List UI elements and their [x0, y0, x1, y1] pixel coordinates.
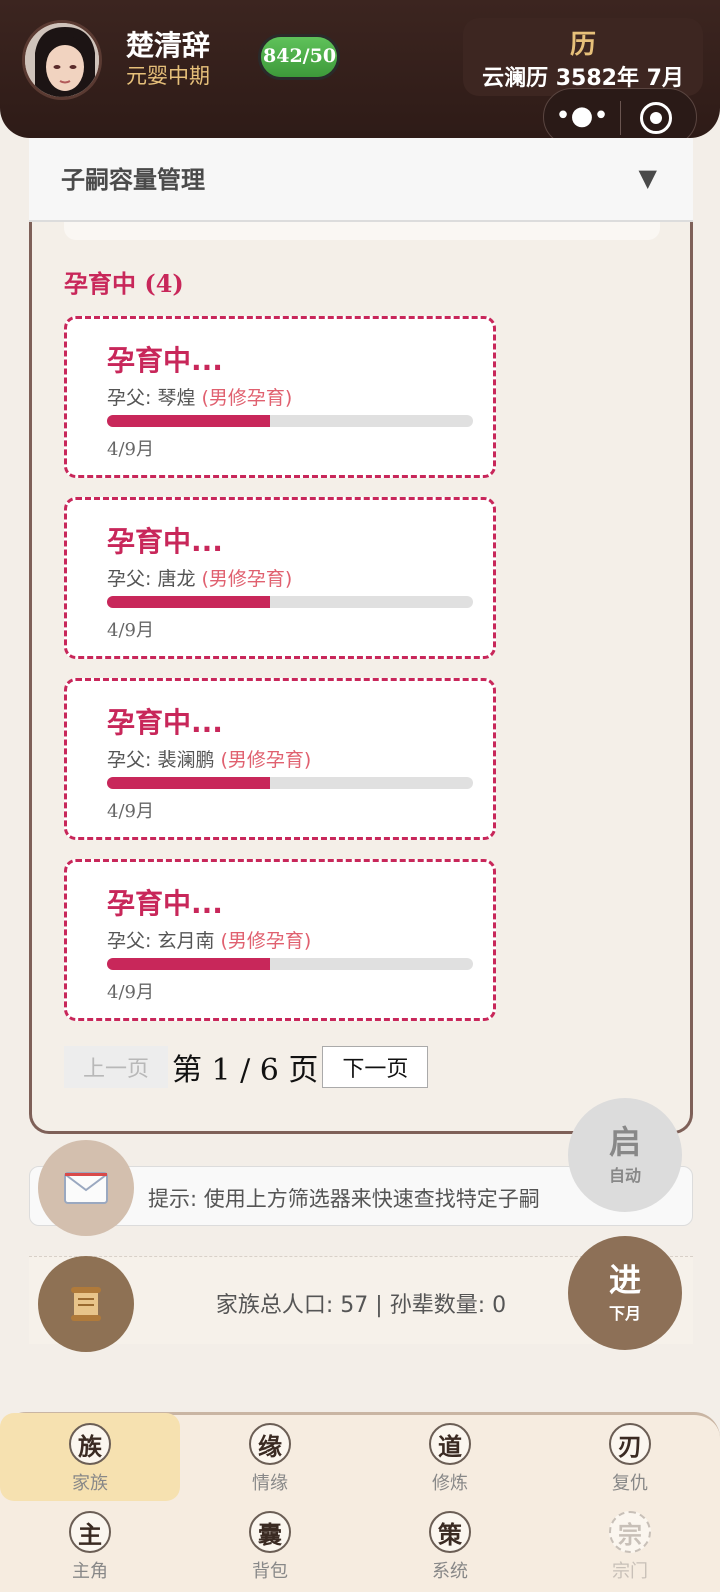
offspring-panel: 孕育中 (4) 孕育中... 孕父: 琴煌 (男修孕育) 4/9月 孕育中...…	[29, 222, 693, 1134]
character-realm: 元婴中期	[126, 64, 210, 88]
pregnancy-father: 孕父: 唐龙 (男修孕育)	[107, 564, 292, 591]
pregnancy-progress-bar	[107, 415, 473, 427]
avatar-portrait	[25, 23, 99, 97]
nav-item-family[interactable]: 族 家族	[0, 1413, 180, 1501]
pregnancy-card[interactable]: 孕育中... 孕父: 裴澜鹏 (男修孕育) 4/9月	[64, 678, 496, 840]
pregnancy-card-title: 孕育中...	[107, 344, 223, 377]
filter-strip	[64, 222, 660, 240]
romance-icon: 缘	[249, 1423, 291, 1465]
nav-label: 情缘	[252, 1473, 288, 1494]
next-month-button[interactable]: 进 下月	[568, 1236, 682, 1350]
pregnancy-section-title: 孕育中 (4)	[64, 269, 184, 298]
next-month-glyph: 进	[608, 1261, 641, 1299]
nav-item-romance[interactable]: 缘 情缘	[180, 1413, 360, 1501]
nav-item-protagonist[interactable]: 主 主角	[0, 1501, 180, 1589]
pregnancy-progress-bar	[107, 958, 473, 970]
pregnancy-type-tag: (男修孕育)	[201, 387, 293, 409]
pregnancy-months: 4/9月	[107, 620, 154, 641]
pagination: 上一页 第 1 / 6 页 下一页	[64, 1046, 429, 1088]
protagonist-icon: 主	[69, 1511, 111, 1553]
calendar-panel[interactable]: 历 云澜历 3582年 7月	[463, 18, 703, 96]
page-indicator: 第 1 / 6 页	[172, 1053, 319, 1088]
auto-button[interactable]: 启 自动	[568, 1098, 682, 1212]
character-name: 楚清辞	[126, 29, 211, 62]
pregnancy-card-title: 孕育中...	[107, 706, 223, 739]
vitality-text: 842/500	[263, 45, 337, 67]
nav-item-backpack[interactable]: 囊 背包	[180, 1501, 360, 1589]
auto-button-glyph: 启	[608, 1123, 641, 1161]
nav-label: 宗门	[612, 1561, 648, 1582]
nav-label: 家族	[72, 1473, 108, 1494]
father-prefix: 孕父:	[107, 568, 158, 590]
pregnancy-progress-fill	[107, 777, 270, 789]
pregnancy-months: 4/9月	[107, 801, 154, 822]
system-icon: 策	[429, 1511, 471, 1553]
pregnancy-card[interactable]: 孕育中... 孕父: 琴煌 (男修孕育) 4/9月	[64, 316, 496, 478]
pregnancy-father: 孕父: 玄月南 (男修孕育)	[107, 926, 311, 953]
envelope-icon	[64, 1172, 108, 1204]
next-page-button[interactable]: 下一页	[322, 1046, 429, 1088]
calendar-icon: 历	[569, 30, 596, 60]
character-avatar[interactable]	[22, 20, 102, 100]
pregnancy-card-title: 孕育中...	[107, 525, 223, 558]
next-month-label: 下月	[608, 1304, 641, 1323]
capacity-title: 子嗣容量管理	[61, 166, 205, 194]
pregnancy-progress-fill	[107, 596, 270, 608]
pregnancy-card[interactable]: 孕育中... 孕父: 玄月南 (男修孕育) 4/9月	[64, 859, 496, 1021]
family-icon: 族	[69, 1423, 111, 1465]
pregnancy-father: 孕父: 琴煌 (男修孕育)	[107, 383, 292, 410]
father-name: 裴澜鹏	[157, 749, 215, 771]
nav-label: 系统	[432, 1561, 468, 1582]
prev-page-button[interactable]: 上一页	[64, 1046, 168, 1088]
pregnancy-type-tag: (男修孕育)	[220, 930, 312, 952]
father-prefix: 孕父:	[107, 930, 158, 952]
auto-button-label: 自动	[608, 1166, 641, 1185]
sect-icon: 宗	[609, 1511, 651, 1553]
pregnancy-father: 孕父: 裴澜鹏 (男修孕育)	[107, 745, 311, 772]
father-prefix: 孕父:	[107, 749, 158, 771]
pregnancy-card-title: 孕育中...	[107, 887, 223, 920]
nav-item-system[interactable]: 策 系统	[360, 1501, 540, 1589]
pregnancy-months: 4/9月	[107, 439, 154, 460]
capsule-divider	[620, 101, 621, 135]
nav-label: 背包	[252, 1561, 288, 1582]
nav-item-sect[interactable]: 宗 宗门	[540, 1501, 720, 1589]
nav-label: 复仇	[612, 1473, 648, 1494]
nav-label: 修炼	[432, 1473, 468, 1494]
nav-label: 主角	[72, 1561, 108, 1582]
nav-item-cultivation[interactable]: 道 修炼	[360, 1413, 540, 1501]
pregnancy-progress-bar	[107, 777, 473, 789]
pregnancy-months: 4/9月	[107, 982, 154, 1003]
capacity-header[interactable]: 子嗣容量管理 ▼	[29, 138, 693, 222]
father-name: 唐龙	[157, 568, 196, 590]
pregnancy-progress-fill	[107, 415, 270, 427]
scroll-button[interactable]	[38, 1256, 134, 1352]
pregnancy-card[interactable]: 孕育中... 孕父: 唐龙 (男修孕育) 4/9月	[64, 497, 496, 659]
top-header: 楚清辞 元婴中期 842/500 历 云澜历 3582年 7月 •●•	[0, 0, 720, 146]
close-target-icon[interactable]	[640, 102, 672, 134]
chevron-down-icon[interactable]: ▼	[639, 164, 657, 192]
pregnancy-type-tag: (男修孕育)	[220, 749, 312, 771]
pregnancy-type-tag: (男修孕育)	[201, 568, 293, 590]
revenge-icon: 刃	[609, 1423, 651, 1465]
father-name: 琴煌	[157, 387, 196, 409]
more-menu-icon[interactable]: •●•	[544, 101, 620, 131]
bottom-nav: 族 家族 缘 情缘 道 修炼 刃 复仇 主 主角 囊 背包 策 系统 宗 宗门	[0, 1412, 720, 1592]
vitality-bar: 842/500	[258, 34, 340, 80]
cultivation-icon: 道	[429, 1423, 471, 1465]
scroll-icon	[71, 1287, 101, 1321]
mail-button[interactable]	[38, 1140, 134, 1236]
pregnancy-progress-bar	[107, 596, 473, 608]
father-prefix: 孕父:	[107, 387, 158, 409]
backpack-icon: 囊	[249, 1511, 291, 1553]
father-name: 玄月南	[157, 930, 215, 952]
nav-item-revenge[interactable]: 刃 复仇	[540, 1413, 720, 1501]
tip-text: 提示: 使用上方筛选器来快速查找特定子嗣	[148, 1187, 540, 1211]
pregnancy-progress-fill	[107, 958, 270, 970]
